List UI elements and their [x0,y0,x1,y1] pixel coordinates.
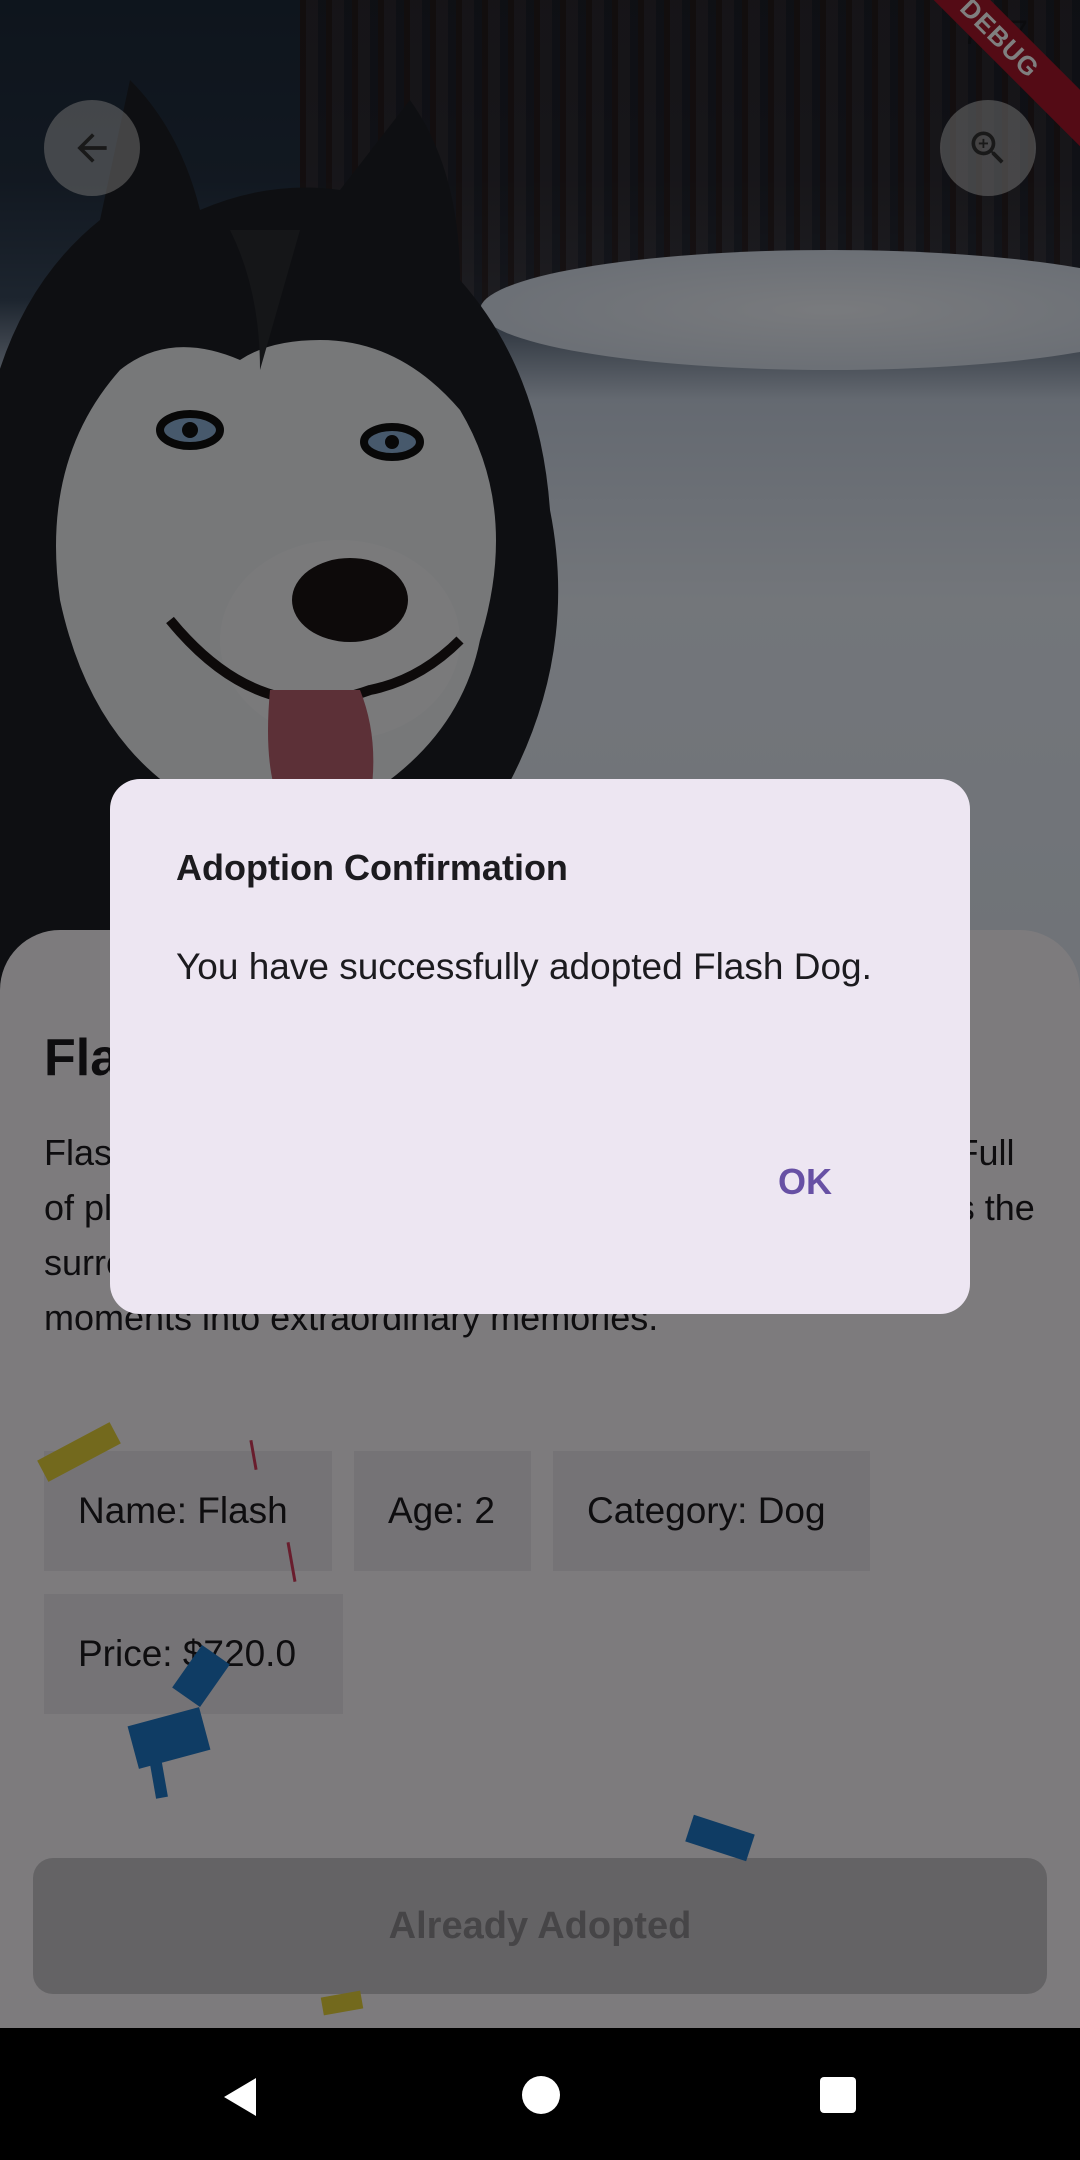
dialog-message: You have successfully adopted Flash Dog. [176,946,872,987]
circle-home-icon[interactable] [522,2076,560,2114]
screen: 7:27 DEBUG Flash Dog Flash is a dog with… [0,0,1080,2160]
ok-button[interactable]: OK [760,1147,850,1217]
dialog-title: Adoption Confirmation [176,847,568,888]
square-recents-icon[interactable] [820,2077,856,2113]
triangle-back-icon[interactable] [224,2078,256,2116]
adoption-dialog: Adoption Confirmation You have successfu… [110,779,970,1314]
